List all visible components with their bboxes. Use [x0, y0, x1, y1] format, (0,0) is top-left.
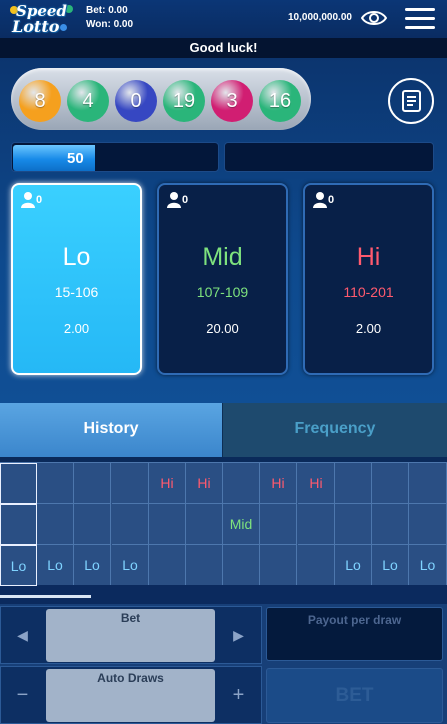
history-cell	[409, 504, 447, 545]
history-cell	[149, 504, 186, 545]
player-icon	[167, 192, 181, 208]
option-name: Hi	[356, 243, 381, 271]
history-cell	[112, 504, 149, 545]
ticket-history-button[interactable]	[388, 78, 434, 124]
drawn-ball: 0	[115, 80, 157, 122]
history-cell: Lo	[74, 545, 111, 586]
history-cell	[74, 463, 111, 504]
good-luck-banner: Good luck!	[0, 38, 447, 58]
history-cell	[372, 504, 409, 545]
bet-option-hi[interactable]: 0 Hi 110-201 2.00	[303, 183, 434, 375]
top-bar: Speed Lotto Bet: 0.00 Won: 0.00 10,000,0…	[0, 0, 447, 38]
bet-stepper: ◀ Bet ▶	[0, 606, 262, 664]
history-cell	[149, 545, 186, 586]
option-odds: 2.00	[63, 321, 90, 336]
bet-option-lo[interactable]: 0 Lo 15-106 2.00	[11, 183, 142, 375]
progress-value: 50	[67, 150, 84, 167]
won-amount-text: Won: 0.00	[86, 19, 134, 30]
history-cell	[223, 545, 260, 586]
tab-history[interactable]: History	[0, 403, 222, 457]
progress-track-secondary	[224, 142, 434, 172]
eye-icon[interactable]	[360, 9, 388, 27]
player-icon	[313, 192, 327, 208]
history-cell	[372, 463, 409, 504]
history-cell	[74, 504, 111, 545]
option-name: Lo	[62, 243, 91, 271]
history-cell: Hi	[260, 463, 297, 504]
bet-button[interactable]: BET	[266, 668, 443, 723]
bet-label: Bet	[120, 611, 141, 625]
bet-increase-button[interactable]: ▶	[217, 607, 260, 663]
game-area: 8 4 0 19 3 16 50 0 Lo 15-106 2.00 0 Mid …	[0, 58, 447, 403]
logo-text-line2: Lotto	[12, 17, 60, 36]
history-cell	[37, 504, 74, 545]
history-cell: Lo	[409, 545, 447, 586]
history-cell	[112, 463, 149, 504]
history-cell	[0, 504, 37, 545]
drawn-ball: 19	[163, 80, 205, 122]
auto-draws-field[interactable]: Auto Draws	[46, 669, 215, 722]
history-cell: Lo	[37, 545, 74, 586]
tab-frequency[interactable]: Frequency	[222, 403, 447, 457]
history-cell	[260, 545, 297, 586]
history-cell: Lo	[335, 545, 372, 586]
drawn-ball: 16	[259, 80, 301, 122]
history-scrollbar-thumb[interactable]	[0, 595, 91, 598]
bet-field[interactable]: Bet	[46, 609, 215, 662]
option-range: 15-106	[54, 284, 99, 300]
history-cell	[298, 545, 335, 586]
history-cell	[37, 463, 74, 504]
draw-progress-bar: 50	[11, 142, 434, 172]
history-grid: Lo Lo Lo Lo Hi Hi Mid Hi Hi Lo Lo Lo	[0, 462, 447, 586]
auto-draws-increase-button[interactable]: +	[217, 667, 260, 723]
history-cell	[335, 463, 372, 504]
history-tabs: History Frequency	[0, 403, 447, 457]
auto-draws-stepper: − Auto Draws +	[0, 666, 262, 724]
player-icon	[21, 192, 35, 208]
option-odds: 20.00	[206, 321, 239, 336]
balance-text: 10,000,000.00	[288, 12, 352, 23]
hamburger-menu-icon[interactable]	[405, 8, 435, 30]
bet-controls: ◀ Bet ▶ − Auto Draws + Payout per draw B…	[0, 604, 447, 724]
history-cell	[409, 463, 447, 504]
auto-draws-decrease-button[interactable]: −	[1, 667, 44, 723]
history-cell	[335, 504, 372, 545]
drawn-balls-tray: 8 4 0 19 3 16	[11, 68, 311, 130]
history-cell: Hi	[186, 463, 223, 504]
drawn-ball: 3	[211, 80, 253, 122]
history-cell	[186, 545, 223, 586]
history-cell	[0, 463, 37, 504]
history-cell: Hi	[149, 463, 186, 504]
history-cell	[298, 504, 335, 545]
history-cell	[223, 463, 260, 504]
player-count: 0	[182, 194, 189, 206]
payout-label: Payout per draw	[307, 613, 402, 627]
option-odds: 2.00	[355, 321, 382, 336]
speed-lotto-logo: Speed Lotto	[10, 2, 76, 36]
option-range: 107-109	[196, 284, 249, 300]
history-cell: Lo	[112, 545, 149, 586]
drawn-ball: 8	[19, 80, 61, 122]
history-cell: Lo	[372, 545, 409, 586]
history-cell: Lo	[0, 545, 37, 586]
option-range: 110-201	[343, 284, 394, 300]
bet-decrease-button[interactable]: ◀	[1, 607, 44, 663]
progress-track: 50	[11, 142, 219, 172]
history-cell	[260, 504, 297, 545]
option-name: Mid	[202, 243, 243, 271]
scroll-icon	[402, 90, 421, 112]
player-count: 0	[328, 194, 335, 206]
history-cell: Mid	[223, 504, 260, 545]
bet-option-mid[interactable]: 0 Mid 107-109 20.00	[157, 183, 288, 375]
bet-amount-text: Bet: 0.00	[86, 5, 128, 16]
player-count: 0	[36, 194, 43, 206]
history-cell: Hi	[298, 463, 335, 504]
payout-per-draw-box: Payout per draw	[266, 607, 443, 661]
history-cell	[186, 504, 223, 545]
auto-draws-label: Auto Draws	[97, 671, 164, 685]
drawn-ball: 4	[67, 80, 109, 122]
